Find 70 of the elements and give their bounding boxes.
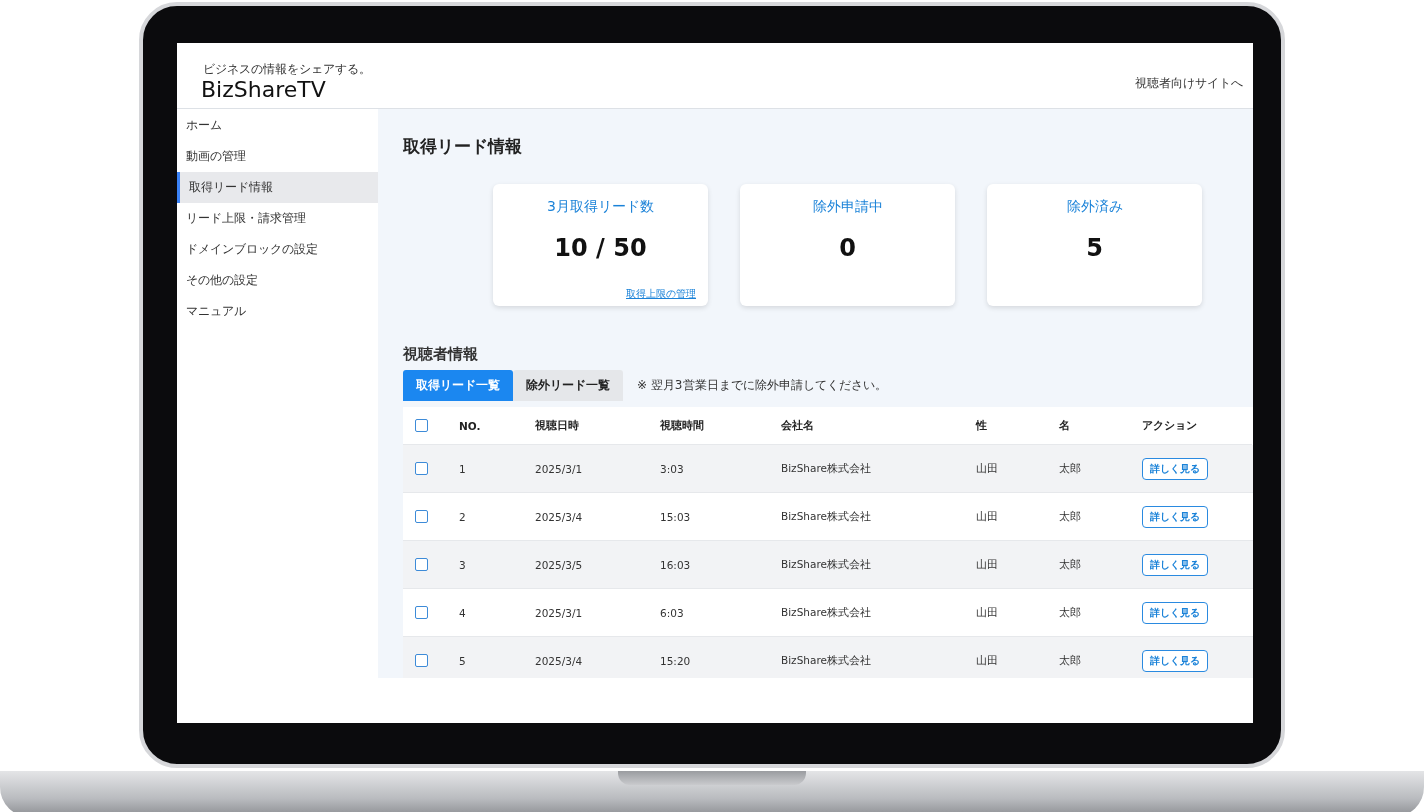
table-cell: 2025/3/4 (535, 654, 583, 667)
select-all-checkbox[interactable] (415, 419, 428, 432)
table-cell: BizShare株式会社 (781, 461, 871, 474)
table-cell: 6:03 (660, 606, 684, 619)
sidebar-item[interactable]: その他の設定 (177, 265, 378, 296)
sidebar-item[interactable]: 取得リード情報 (177, 172, 378, 203)
card-value: 5 (1086, 234, 1103, 262)
column-header: 視聴日時 (535, 418, 579, 431)
column-header: 視聴時間 (660, 418, 704, 431)
table-cell: BizShare株式会社 (781, 653, 871, 666)
table-cell: 15:20 (660, 654, 691, 667)
viewer-site-link[interactable]: 視聴者向けサイトへ (1135, 75, 1243, 92)
table-cell: 3:03 (660, 462, 684, 475)
table-cell: 太郎 (1059, 509, 1081, 522)
table-cell: 2025/3/4 (535, 510, 583, 523)
table-cell: 太郎 (1059, 557, 1081, 570)
sidebar-item[interactable]: ホーム (177, 110, 378, 141)
row-checkbox[interactable] (415, 606, 428, 619)
table-cell: 山田 (976, 653, 998, 666)
table-cell: 山田 (976, 557, 998, 570)
table-cell: 5 (459, 654, 466, 667)
table-cell: 太郎 (1059, 461, 1081, 474)
note-text: ※ 翌月3営業日までに除外申請してください。 (637, 377, 887, 394)
page-title: 取得リード情報 (403, 135, 523, 158)
tab[interactable]: 取得リード一覧 (403, 370, 513, 401)
table-cell: 太郎 (1059, 605, 1081, 618)
column-header: 名 (1059, 418, 1070, 431)
limit-link[interactable]: 取得上限の管理 (626, 287, 696, 301)
tab[interactable]: 除外リード一覧 (513, 370, 623, 401)
sidebar-item[interactable]: リード上限・請求管理 (177, 203, 378, 234)
column-header: アクション (1142, 418, 1197, 431)
card-title: 除外済み (1066, 198, 1123, 216)
sidebar-item[interactable]: マニュアル (177, 296, 378, 327)
section-title: 視聴者情報 (403, 345, 479, 364)
details-button[interactable]: 詳しく見る (1142, 649, 1208, 672)
table-cell: 2025/3/1 (535, 462, 583, 475)
details-button[interactable]: 詳しく見る (1142, 553, 1208, 576)
table-cell: BizShare株式会社 (781, 605, 871, 618)
table-cell: BizShare株式会社 (781, 509, 871, 522)
card-value: 10 / 50 (554, 234, 647, 262)
table-cell: 山田 (976, 605, 998, 618)
column-header: NO. (459, 419, 481, 432)
column-header: 会社名 (781, 418, 814, 431)
table-cell: 太郎 (1059, 653, 1081, 666)
row-checkbox[interactable] (415, 462, 428, 475)
logo-tagline: ビジネスの情報をシェアする。 (203, 62, 371, 78)
logo[interactable]: BizShareTV (201, 77, 371, 102)
table-cell: 山田 (976, 509, 998, 522)
table-cell: 2025/3/5 (535, 558, 583, 571)
table-cell: 3 (459, 558, 466, 571)
table-cell: BizShare株式会社 (781, 557, 871, 570)
table-cell: 2 (459, 510, 466, 523)
table-cell: 4 (459, 606, 466, 619)
table-cell: 2025/3/1 (535, 606, 583, 619)
card-title: 3月取得リード数 (547, 198, 654, 216)
row-checkbox[interactable] (415, 654, 428, 667)
card-title: 除外申請中 (812, 198, 883, 216)
sidebar-item[interactable]: ドメインブロックの設定 (177, 234, 378, 265)
details-button[interactable]: 詳しく見る (1142, 457, 1208, 480)
sidebar-item[interactable]: 動画の管理 (177, 141, 378, 172)
table-cell: 16:03 (660, 558, 691, 571)
details-button[interactable]: 詳しく見る (1142, 601, 1208, 624)
card-value: 0 (839, 234, 856, 262)
table-cell: 15:03 (660, 510, 691, 523)
column-header: 性 (976, 418, 987, 431)
table-cell: 山田 (976, 461, 998, 474)
row-checkbox[interactable] (415, 558, 428, 571)
table-cell: 1 (459, 462, 466, 475)
details-button[interactable]: 詳しく見る (1142, 505, 1208, 528)
row-checkbox[interactable] (415, 510, 428, 523)
